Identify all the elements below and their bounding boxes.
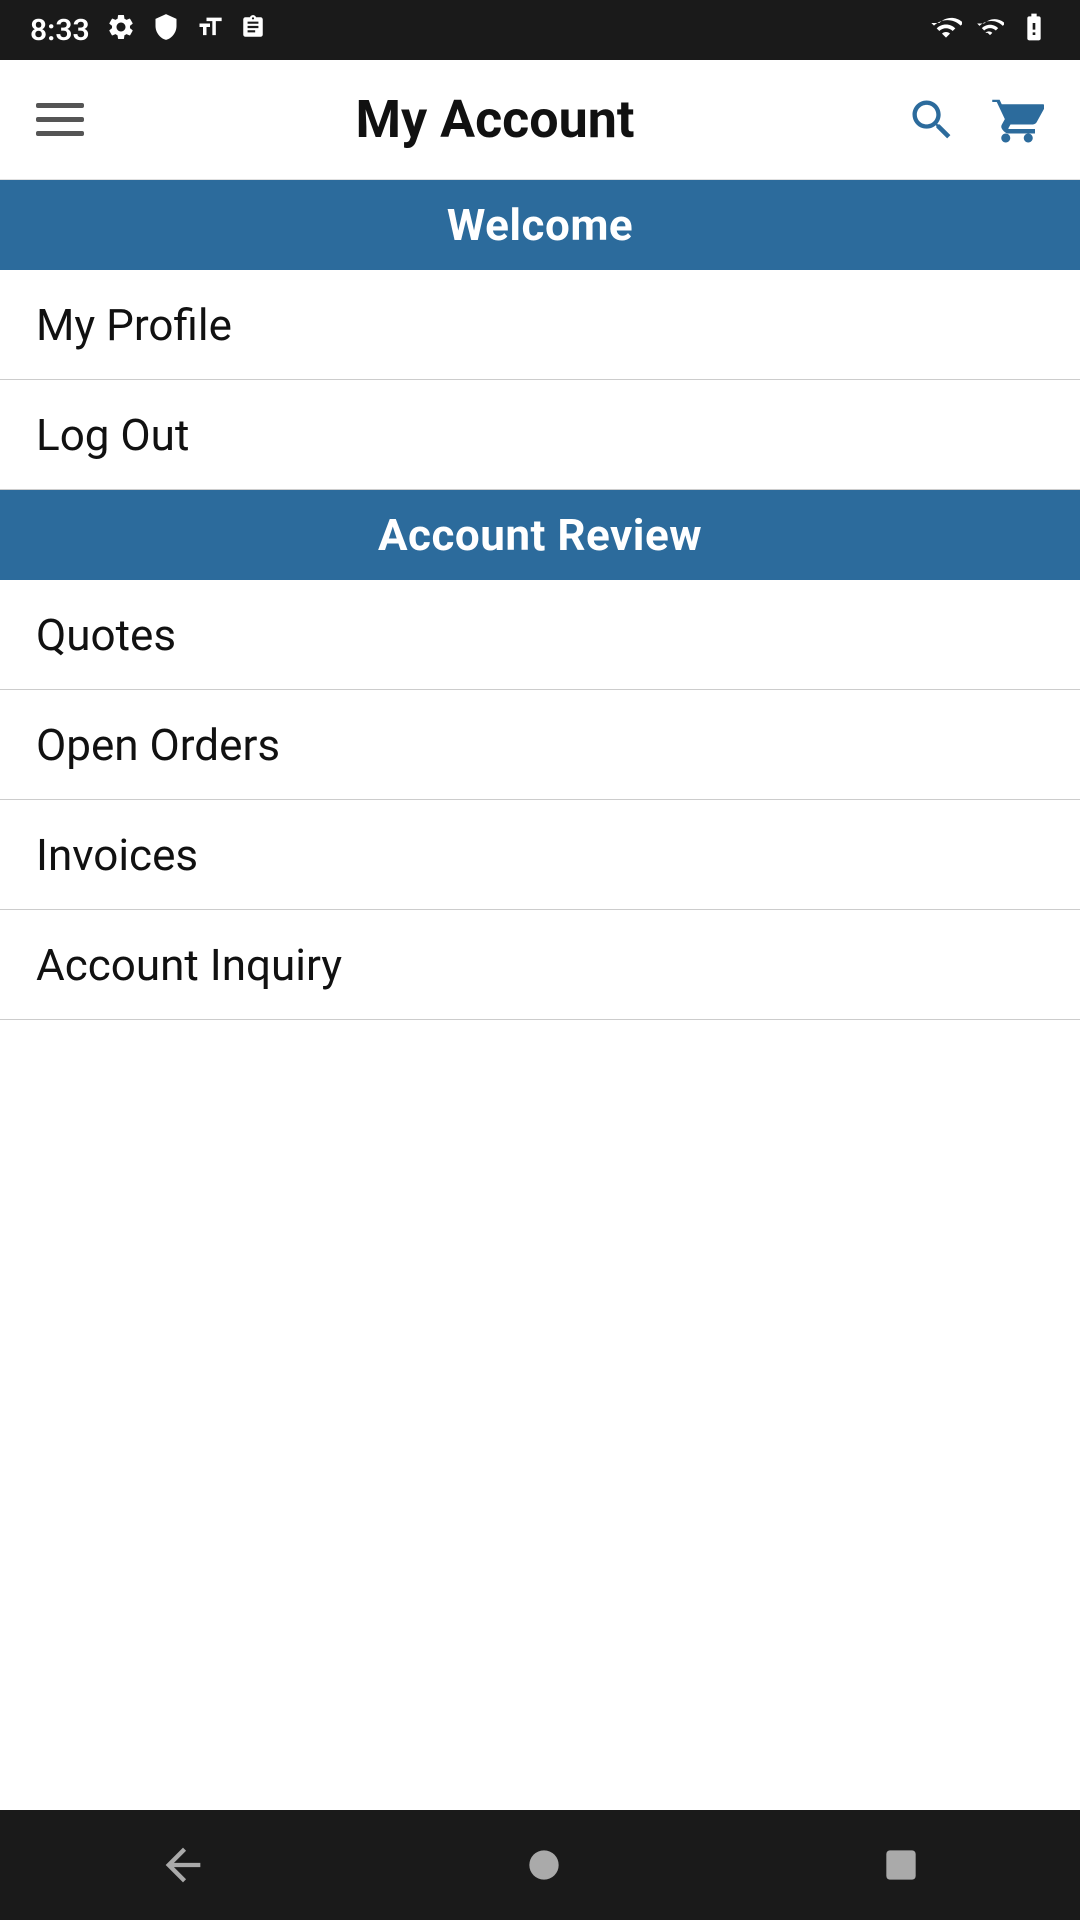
my-profile-label: My Profile xyxy=(36,299,232,351)
log-out-label: Log Out xyxy=(36,409,189,461)
open-orders-item[interactable]: Open Orders xyxy=(0,690,1080,800)
account-review-header-text: Account Review xyxy=(378,509,702,561)
status-time: 8:33 xyxy=(30,13,90,48)
my-profile-item[interactable]: My Profile xyxy=(0,270,1080,380)
cart-button[interactable] xyxy=(990,93,1044,147)
account-inquiry-label: Account Inquiry xyxy=(36,939,342,991)
home-button[interactable] xyxy=(522,1843,566,1887)
page-title: My Account xyxy=(356,89,635,150)
invoices-label: Invoices xyxy=(36,829,198,881)
invoices-item[interactable]: Invoices xyxy=(0,800,1080,910)
shield-icon xyxy=(152,13,180,48)
back-button[interactable] xyxy=(157,1839,209,1891)
recents-button[interactable] xyxy=(879,1843,923,1887)
clipboard-icon xyxy=(240,14,266,47)
battery-icon xyxy=(1018,11,1050,50)
quotes-item[interactable]: Quotes xyxy=(0,580,1080,690)
status-bar: 8:33 xyxy=(0,0,1080,60)
welcome-header-text: Welcome xyxy=(447,199,633,251)
hamburger-menu-button[interactable] xyxy=(36,103,84,136)
settings-icon xyxy=(106,12,136,49)
welcome-section-header: Welcome xyxy=(0,180,1080,270)
account-review-section-header: Account Review xyxy=(0,490,1080,580)
wifi-icon xyxy=(930,11,962,50)
account-inquiry-item[interactable]: Account Inquiry xyxy=(0,910,1080,1020)
search-button[interactable] xyxy=(906,94,958,146)
nav-action-icons xyxy=(906,93,1044,147)
status-right xyxy=(930,11,1050,50)
main-content: Welcome My Profile Log Out Account Revie… xyxy=(0,180,1080,1810)
signal-icon xyxy=(976,13,1004,48)
open-orders-label: Open Orders xyxy=(36,719,280,771)
top-nav: My Account xyxy=(0,60,1080,180)
bottom-nav xyxy=(0,1810,1080,1920)
status-left: 8:33 xyxy=(30,12,266,49)
quotes-label: Quotes xyxy=(36,609,176,661)
log-out-item[interactable]: Log Out xyxy=(0,380,1080,490)
font-icon xyxy=(196,13,224,48)
